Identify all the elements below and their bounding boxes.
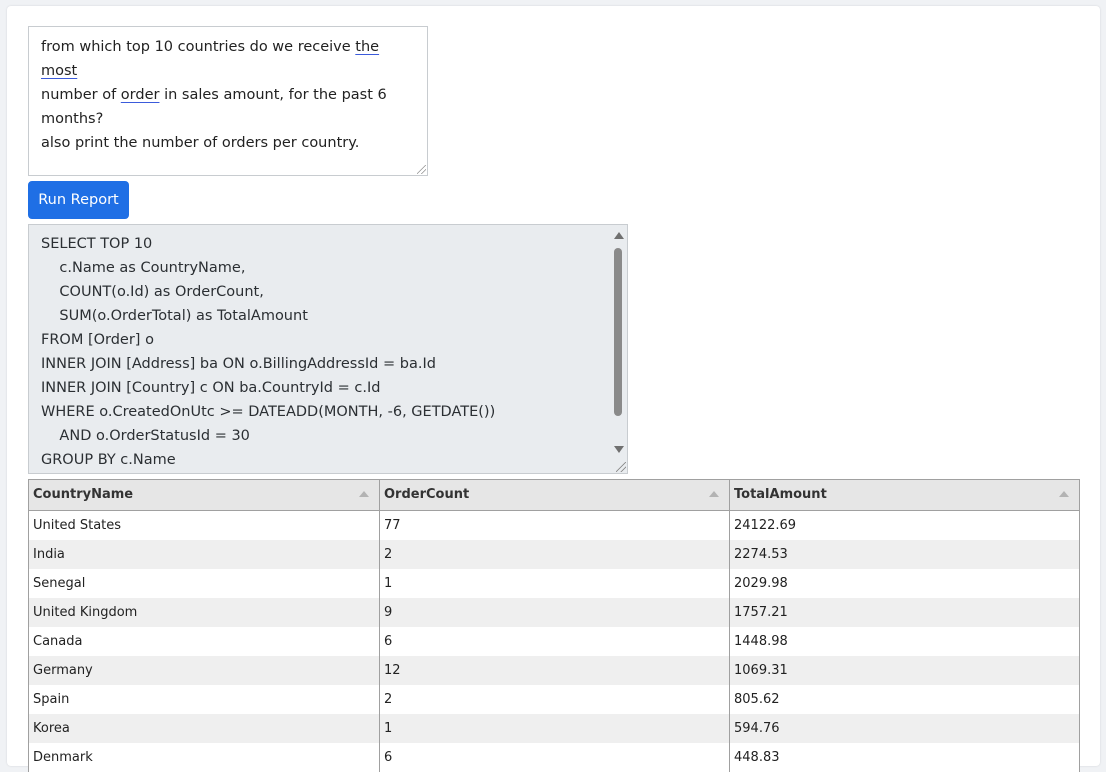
column-header-countryname[interactable]: CountryName bbox=[29, 480, 379, 510]
table-row[interactable]: United States 77 24122.69 bbox=[29, 511, 1079, 540]
vertical-scrollbar[interactable] bbox=[611, 226, 626, 459]
table-cell-ordercount: 6 bbox=[379, 627, 729, 656]
table-cell-ordercount: 77 bbox=[379, 511, 729, 540]
scrollbar-thumb[interactable] bbox=[614, 248, 622, 416]
table-cell-countryname: Germany bbox=[33, 663, 93, 678]
table-cell-totalamount: 24122.69 bbox=[729, 511, 1079, 540]
sql-line: INNER JOIN [Address] ba ON o.BillingAddr… bbox=[41, 356, 436, 372]
scroll-down-arrow-icon[interactable] bbox=[614, 446, 624, 453]
results-grid: CountryName OrderCount TotalAmount Unite… bbox=[28, 479, 1080, 772]
sql-line: WHERE o.CreatedOnUtc >= DATEADD(MONTH, -… bbox=[41, 404, 496, 420]
grid-body: United States 77 24122.69 India 2 2274.53 Sene… bbox=[29, 511, 1079, 772]
table-cell-totalamount: 805.62 bbox=[729, 685, 1079, 714]
sort-ascending-icon[interactable] bbox=[1059, 491, 1069, 497]
table-cell-totalamount: 2274.53 bbox=[729, 540, 1079, 569]
prompt-line-3: also print the number of orders per coun… bbox=[41, 135, 360, 151]
table-row[interactable]: Canada 6 1448.98 bbox=[29, 627, 1079, 656]
sql-line: FROM [Order] o bbox=[41, 332, 154, 348]
sql-query-text: SELECT TOP 10 c.Name as CountryName, COU… bbox=[41, 232, 607, 472]
table-row[interactable]: Germany 12 1069.31 bbox=[29, 656, 1079, 685]
table-cell-countryname: Spain bbox=[33, 692, 70, 707]
question-textarea[interactable]: from which top 10 countries do we receiv… bbox=[28, 26, 428, 176]
sql-line: c.Name as CountryName, bbox=[41, 260, 246, 276]
grid-header: CountryName OrderCount TotalAmount bbox=[29, 480, 1079, 511]
prompt-line-1: from which top 10 countries do we receiv… bbox=[41, 39, 380, 79]
table-cell-totalamount: 594.76 bbox=[729, 714, 1079, 743]
table-cell-countryname: Korea bbox=[33, 721, 70, 736]
run-report-button[interactable]: Run Report bbox=[28, 181, 129, 219]
sql-line: AND o.OrderStatusId = 30 bbox=[41, 428, 250, 444]
table-cell-totalamount: 1448.98 bbox=[729, 627, 1079, 656]
sort-ascending-icon[interactable] bbox=[709, 491, 719, 497]
table-row[interactable]: Spain 2 805.62 bbox=[29, 685, 1079, 714]
table-cell-countryname: Senegal bbox=[33, 576, 86, 591]
table-row[interactable]: United Kingdom 9 1757.21 bbox=[29, 598, 1079, 627]
table-cell-countryname: Canada bbox=[33, 634, 83, 649]
sort-ascending-icon[interactable] bbox=[359, 491, 369, 497]
sql-line: GROUP BY c.Name bbox=[41, 452, 176, 468]
resize-handle-icon[interactable] bbox=[417, 165, 426, 174]
table-cell-ordercount: 1 bbox=[379, 714, 729, 743]
table-cell-ordercount: 2 bbox=[379, 540, 729, 569]
table-cell-totalamount: 1757.21 bbox=[729, 598, 1079, 627]
table-row[interactable]: Korea 1 594.76 bbox=[29, 714, 1079, 743]
sql-line: INNER JOIN [Country] c ON ba.CountryId =… bbox=[41, 380, 381, 396]
prompt-line-2: number of order in sales amount, for the… bbox=[41, 87, 387, 127]
table-row[interactable]: Senegal 1 2029.98 bbox=[29, 569, 1079, 598]
sql-line: SELECT TOP 10 bbox=[41, 236, 153, 252]
table-cell-countryname: India bbox=[33, 547, 65, 562]
table-cell-ordercount: 9 bbox=[379, 598, 729, 627]
table-cell-countryname: United States bbox=[33, 518, 122, 533]
sql-query-textarea[interactable]: SELECT TOP 10 c.Name as CountryName, COU… bbox=[28, 224, 628, 474]
sql-line: COUNT(o.Id) as OrderCount, bbox=[41, 284, 264, 300]
table-cell-countryname: United Kingdom bbox=[33, 605, 138, 620]
table-cell-totalamount: 1069.31 bbox=[729, 656, 1079, 685]
table-cell-ordercount: 1 bbox=[379, 569, 729, 598]
scroll-up-arrow-icon[interactable] bbox=[614, 232, 624, 239]
table-cell-ordercount: 12 bbox=[379, 656, 729, 685]
resize-handle-icon[interactable] bbox=[616, 462, 626, 472]
table-cell-ordercount: 2 bbox=[379, 685, 729, 714]
table-cell-totalamount: 2029.98 bbox=[729, 569, 1079, 598]
table-row[interactable]: India 2 2274.53 bbox=[29, 540, 1079, 569]
column-header-ordercount[interactable]: OrderCount bbox=[379, 480, 729, 510]
column-header-totalamount[interactable]: TotalAmount bbox=[729, 480, 1079, 510]
spellcheck-underline: order bbox=[120, 87, 160, 103]
sql-line: SUM(o.OrderTotal) as TotalAmount bbox=[41, 308, 308, 324]
